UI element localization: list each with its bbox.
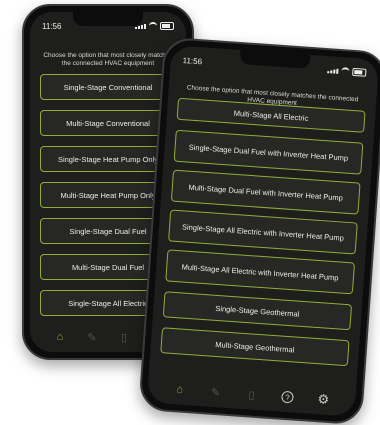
document-icon[interactable]: ▯ [244,387,259,402]
gear-icon[interactable]: ⚙ [316,391,331,407]
option-button[interactable]: Multi-Stage Geothermal [160,327,350,367]
help-icon[interactable]: ? [280,390,295,405]
option-button[interactable]: Single-Stage Conventional [40,74,176,100]
option-button[interactable]: Single-Stage Dual Fuel with Inverter Hea… [173,129,364,175]
screen: 11:56 Choose the option that most closel… [146,45,380,417]
home-icon[interactable]: ⌂ [172,382,187,397]
signal-icon [135,23,146,29]
wrench-icon[interactable]: ✎ [208,385,223,400]
status-bar: 11:56 [42,20,174,32]
wrench-icon[interactable]: ✎ [85,330,99,344]
tab-bar: ⌂ ✎ ▯ ? ⚙ [147,372,357,416]
prompt-text: Choose the option that most closely matc… [43,52,173,67]
home-icon[interactable]: ⌂ [53,330,67,344]
status-time: 11:56 [42,21,62,31]
option-button[interactable]: Single-Stage Geothermal [162,291,353,331]
battery-icon [160,22,174,30]
option-button[interactable]: Single-Stage All Electric with Inverter … [168,209,358,255]
wifi-icon [149,22,157,30]
battery-icon [352,67,367,77]
status-time: 11:56 [182,55,203,66]
signal-icon [327,68,339,74]
document-icon[interactable]: ▯ [117,330,131,344]
option-button[interactable]: Multi-Stage Dual Fuel with Inverter Heat… [170,169,361,215]
phone-right: 11:56 Choose the option that most closel… [138,36,380,425]
option-button[interactable]: Multi-Stage All Electric with Inverter H… [165,249,356,295]
wifi-icon [341,67,350,76]
option-button[interactable]: Multi-Stage Conventional [40,110,176,136]
